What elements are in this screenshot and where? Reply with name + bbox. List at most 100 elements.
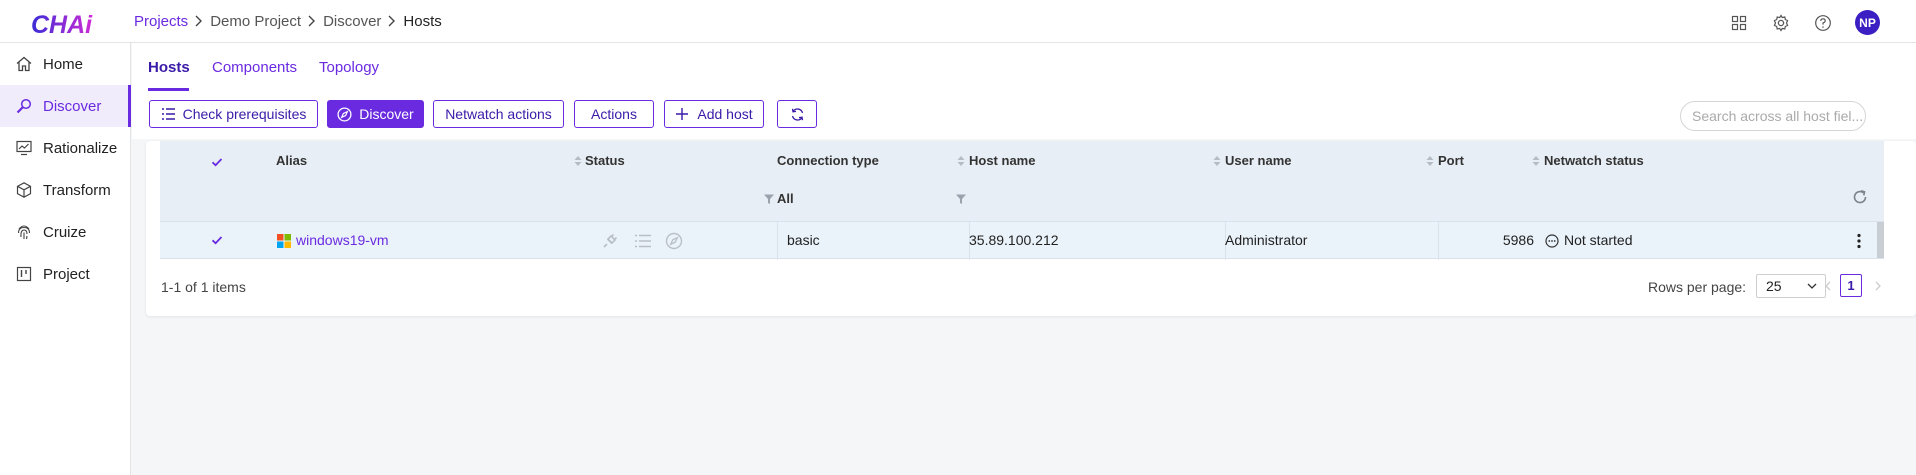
chai-logo[interactable]: CHAi [30, 6, 94, 40]
header-actions: NP [1727, 10, 1880, 35]
discover-label: Discover [359, 106, 414, 122]
sidebar-item-label: Cruize [43, 223, 87, 241]
scrollbar[interactable] [1877, 222, 1884, 258]
gear-icon[interactable] [1769, 11, 1793, 35]
check-prerequisites-label: Check prerequisites [182, 106, 307, 122]
next-page-icon[interactable] [1872, 279, 1884, 293]
table-row[interactable]: windows19-vm basic 35.89.100.212 Adminis… [160, 221, 1884, 260]
actions-label: Actions [591, 106, 637, 122]
breadcrumb-demo-project[interactable]: Demo Project [210, 13, 301, 30]
chevron-right-icon [308, 15, 316, 27]
breadcrumb: Projects Demo Project Discover Hosts [134, 12, 442, 30]
refresh-button[interactable] [777, 100, 817, 128]
rationalize-icon [14, 138, 34, 158]
sidebar-item-discover[interactable]: Discover [0, 85, 131, 127]
search-input[interactable] [1680, 101, 1866, 131]
sidebar: Home Discover Rationalize Transform Crui… [0, 43, 131, 475]
toolbar: Check prerequisites Discover Netwatch ac… [132, 91, 1916, 139]
breadcrumb-discover[interactable]: Discover [323, 13, 381, 30]
compass-icon [337, 106, 353, 122]
column-header-netwatch-status: Netwatch status [1544, 153, 1644, 168]
hosts-table-card: Alias Status Connection type All Host na… [146, 141, 1916, 316]
netwatch-actions-button[interactable]: Netwatch actions [433, 100, 564, 128]
previous-page-icon[interactable] [1822, 279, 1834, 293]
sort-icon[interactable] [1531, 153, 1541, 169]
home-icon [14, 54, 34, 74]
top-bar: CHAi Projects Demo Project Discover Host… [0, 0, 1916, 43]
column-header-host-name[interactable]: Host name [969, 153, 1035, 168]
sidebar-item-label: Rationalize [43, 139, 118, 157]
column-header-user-name[interactable]: User name [1225, 153, 1291, 168]
add-host-label: Add host [697, 106, 753, 122]
compass-icon[interactable] [665, 232, 683, 250]
sidebar-item-rationalize[interactable]: Rationalize [0, 127, 130, 169]
sidebar-item-transform[interactable]: Transform [0, 169, 130, 211]
apps-grid-icon[interactable] [1727, 11, 1751, 35]
filter-icon[interactable] [763, 193, 775, 205]
connection-type-filter-value[interactable]: All [777, 191, 794, 206]
actions-button[interactable]: Actions [574, 100, 654, 128]
rows-per-page-select[interactable]: 25 [1756, 274, 1826, 298]
more-circle-icon [1545, 234, 1559, 248]
board-icon [14, 264, 34, 284]
sidebar-item-label: Transform [43, 181, 111, 199]
connection-type-cell: basic [787, 232, 820, 248]
user-avatar[interactable]: NP [1855, 10, 1880, 35]
rows-per-page-value: 25 [1766, 278, 1782, 294]
sidebar-item-home[interactable]: Home [0, 43, 130, 85]
port-cell: 5986 [1502, 232, 1534, 248]
reload-icon[interactable] [1852, 189, 1868, 205]
list-icon[interactable] [634, 233, 652, 249]
sidebar-item-project[interactable]: Project [0, 253, 130, 295]
cube-icon [14, 180, 34, 200]
chevron-down-icon [1807, 283, 1817, 289]
discover-icon [14, 96, 34, 116]
column-header-port[interactable]: Port [1438, 153, 1464, 168]
row-checkbox[interactable] [210, 233, 224, 247]
plus-icon [675, 106, 691, 122]
kebab-menu-icon[interactable] [1856, 232, 1862, 250]
chevron-right-icon [388, 15, 396, 27]
breadcrumb-hosts: Hosts [403, 12, 442, 30]
svg-text:CHAi: CHAi [31, 11, 93, 39]
column-header-status: Status [585, 153, 625, 168]
select-all-checkbox[interactable] [210, 155, 224, 169]
column-header-alias[interactable]: Alias [276, 153, 307, 168]
table-footer: 1-1 of 1 items Rows per page: 25 1 [146, 271, 1916, 301]
sort-icon[interactable] [956, 153, 966, 169]
help-icon[interactable] [1811, 11, 1835, 35]
rows-per-page-label: Rows per page: [1648, 279, 1747, 295]
chevron-right-icon [195, 15, 203, 27]
tab-topology[interactable]: Topology [319, 59, 379, 76]
host-name-cell: 35.89.100.212 [969, 232, 1059, 248]
sidebar-item-label: Discover [43, 97, 102, 115]
column-header-connection-type[interactable]: Connection type [777, 153, 879, 168]
hosts-table: Alias Status Connection type All Host na… [160, 141, 1884, 260]
filter-icon[interactable] [955, 193, 967, 205]
user-name-cell: Administrator [1225, 232, 1308, 248]
tab-hosts[interactable]: Hosts [148, 59, 190, 76]
sort-icon[interactable] [1425, 153, 1435, 169]
tab-bar: Hosts Components Topology [132, 43, 1916, 91]
netwatch-status-cell: Not started [1564, 232, 1633, 248]
sidebar-item-cruize[interactable]: Cruize [0, 211, 130, 253]
column-divider [777, 222, 778, 260]
list-icon [161, 106, 177, 122]
windows-icon [277, 234, 291, 248]
check-prerequisites-button[interactable]: Check prerequisites [149, 100, 318, 128]
sidebar-item-label: Home [43, 55, 84, 73]
page-number[interactable]: 1 [1840, 274, 1862, 297]
sort-icon[interactable] [573, 153, 583, 169]
discover-button[interactable]: Discover [327, 100, 424, 128]
sidebar-item-label: Project [43, 265, 90, 283]
netwatch-actions-label: Netwatch actions [445, 106, 552, 122]
table-header: Alias Status Connection type All Host na… [160, 141, 1884, 221]
breadcrumb-projects[interactable]: Projects [134, 13, 188, 30]
host-alias-link[interactable]: windows19-vm [296, 232, 389, 248]
items-count: 1-1 of 1 items [161, 279, 246, 295]
refresh-icon [790, 107, 805, 122]
add-host-button[interactable]: Add host [664, 100, 764, 128]
sort-icon[interactable] [1212, 153, 1222, 169]
plug-icon[interactable] [601, 232, 619, 250]
tab-components[interactable]: Components [212, 59, 297, 76]
